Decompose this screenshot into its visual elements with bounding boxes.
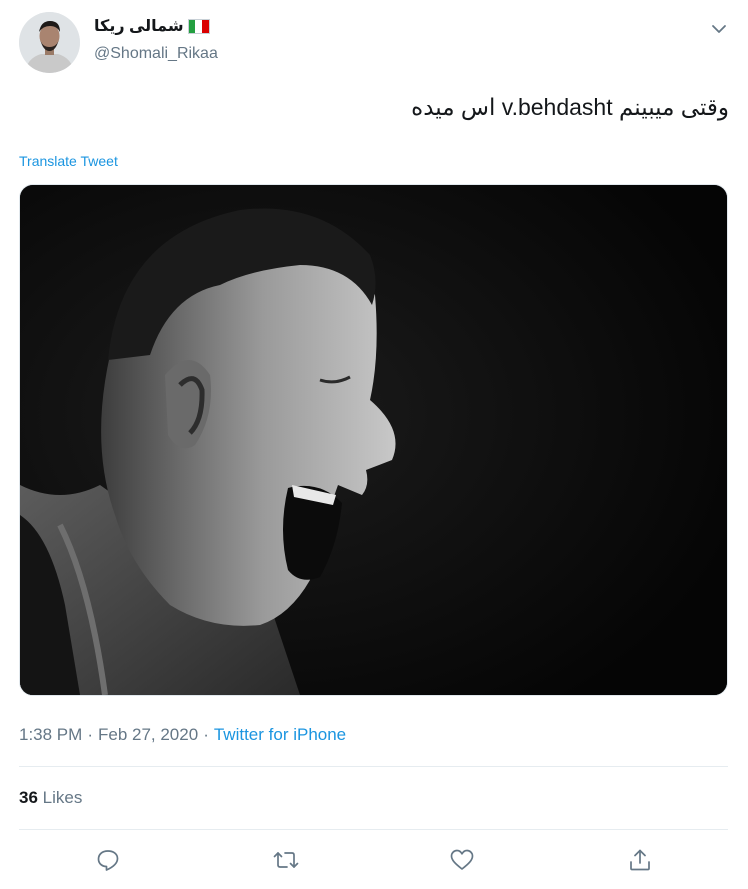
tweet-source-link[interactable]: Twitter for iPhone (214, 725, 346, 744)
iran-flag-icon (187, 18, 210, 34)
likes-label: Likes (42, 788, 83, 807)
meta-separator: · (203, 725, 209, 744)
like-icon (450, 849, 474, 870)
divider (19, 766, 728, 767)
tweet-photo[interactable] (19, 184, 728, 696)
divider (19, 829, 728, 830)
photo-screaming-man-icon (20, 185, 727, 695)
meta-separator: · (87, 725, 93, 744)
retweet-icon (273, 852, 299, 868)
author-handle[interactable]: @Shomali_Rikaa (94, 45, 218, 63)
retweet-button[interactable] (268, 842, 304, 878)
tweet-time[interactable]: 1:38 PM (19, 725, 82, 744)
flag-stripe-white (195, 19, 202, 33)
more-options-chevron-icon[interactable] (708, 18, 730, 40)
likes-count: 36 (19, 788, 38, 807)
translate-tweet-link[interactable]: Translate Tweet (19, 153, 118, 169)
user-photo-icon (19, 12, 80, 73)
tweet-actions-bar (0, 842, 748, 878)
share-button[interactable] (622, 842, 658, 878)
flag-stripe-green (188, 19, 196, 33)
display-name[interactable]: شمالی ریکا (94, 16, 184, 36)
tweet-date[interactable]: Feb 27, 2020 (98, 725, 198, 744)
reply-icon (97, 850, 119, 871)
tweet-text: وقتی میبینم v.behdasht اس میده (411, 94, 729, 120)
tweet-card: شمالی ریکا @Shomali_Rikaa وقتی میبینم v.… (0, 0, 748, 889)
share-icon (630, 849, 650, 871)
reply-button[interactable] (90, 842, 126, 878)
tweet-timestamp-row: 1:38 PM · Feb 27, 2020 · Twitter for iPhone (19, 725, 346, 745)
likes-count-link[interactable]: 36 Likes (19, 788, 82, 808)
like-button[interactable] (444, 842, 480, 878)
author-name-row[interactable]: شمالی ریکا (94, 16, 210, 36)
flag-stripe-red (201, 19, 209, 33)
avatar[interactable] (19, 12, 80, 73)
